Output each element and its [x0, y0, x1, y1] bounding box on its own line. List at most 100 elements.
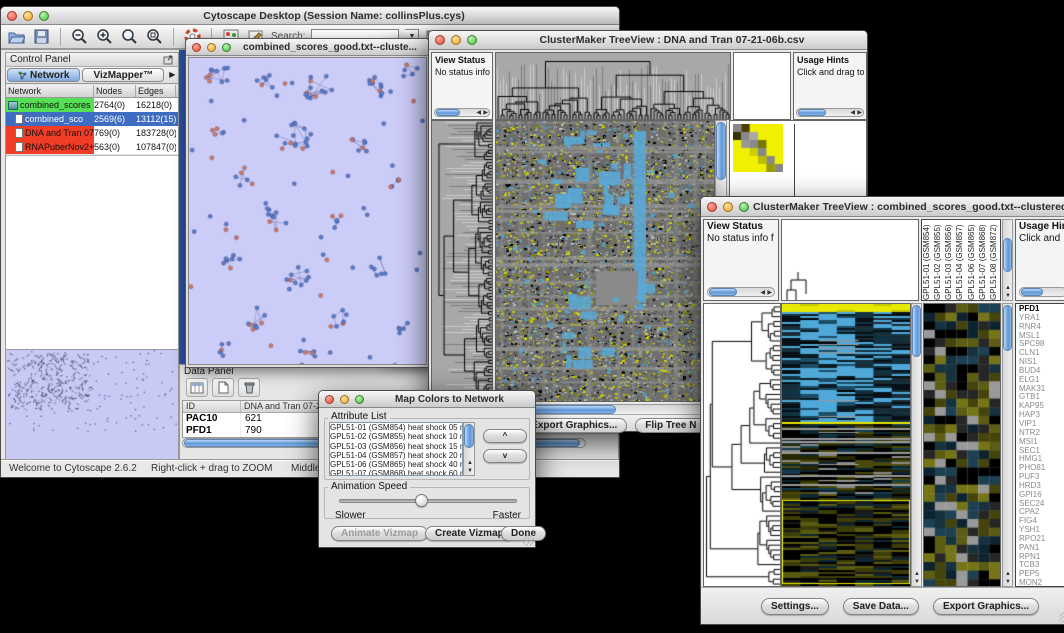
- zoomed-heatmap[interactable]: [923, 303, 1001, 587]
- tab-overflow-arrow[interactable]: ▶: [165, 67, 179, 83]
- main-title-bar[interactable]: Cytoscape Desktop (Session Name: collins…: [1, 7, 619, 25]
- treeview1-button[interactable]: Flip Tree N: [635, 418, 706, 433]
- minimize-button[interactable]: [451, 35, 461, 45]
- move-down-button[interactable]: v: [483, 449, 527, 463]
- gene-label[interactable]: VIP1: [1019, 420, 1064, 429]
- gene-label[interactable]: NTR2: [1019, 429, 1064, 438]
- dialog-title-bar[interactable]: Map Colors to Network: [319, 391, 535, 408]
- gene-label[interactable]: RPO21: [1019, 535, 1064, 544]
- close-button[interactable]: [7, 11, 17, 21]
- close-button[interactable]: [325, 395, 334, 404]
- zoom-fit-icon[interactable]: [145, 28, 164, 46]
- save-icon[interactable]: [32, 28, 51, 46]
- gene-label[interactable]: MSI1: [1019, 438, 1064, 447]
- resize-grip[interactable]: [523, 535, 534, 546]
- gene-label[interactable]: SPC98: [1019, 340, 1064, 349]
- float-panel-icon[interactable]: [163, 55, 174, 65]
- network-row[interactable]: RNAPuberNov2+ 563(0) 107847(0): [6, 140, 178, 154]
- zoom-selected-icon[interactable]: [120, 28, 139, 46]
- network-row[interactable]: combined_scores 2764(0) 16218(0): [6, 98, 178, 112]
- column-dendrogram[interactable]: [495, 52, 731, 120]
- zoomed-heatmap-scrollbar[interactable]: ▲▼: [1002, 303, 1013, 587]
- attribute-item[interactable]: GPL51-06 (GSM865) heat shock 40 min: [330, 460, 462, 469]
- treeview1-button[interactable]: Export Graphics...: [521, 418, 627, 433]
- gene-label[interactable]: HRD3: [1019, 482, 1064, 491]
- treeview2-button[interactable]: Save Data...: [843, 598, 919, 615]
- heatmap-vertical-scrollbar[interactable]: ▲▼: [911, 303, 922, 587]
- attribute-list-scrollbar[interactable]: ▲▼: [463, 422, 475, 476]
- birds-eye-view[interactable]: [6, 349, 178, 459]
- heatmap-view[interactable]: [495, 120, 715, 402]
- close-button[interactable]: [435, 35, 445, 45]
- treeview2-button[interactable]: Settings...: [761, 598, 829, 615]
- attribute-item[interactable]: GPL51-03 (GSM856) heat shock 15 min: [330, 442, 462, 451]
- attribute-item[interactable]: GPL51-07 (GSM868) heat shock 60 min: [330, 469, 462, 476]
- gene-label[interactable]: PHO81: [1019, 464, 1064, 473]
- tab-network[interactable]: Network: [7, 68, 80, 82]
- attribute-list[interactable]: GPL51-01 (GSM854) heat shock 05 minGPL51…: [329, 422, 463, 476]
- gene-label[interactable]: TCB3: [1019, 561, 1064, 570]
- attribute-item[interactable]: GPL51-01 (GSM854) heat shock 05 min: [330, 423, 462, 432]
- row-dendrogram[interactable]: [703, 303, 781, 587]
- network1-title-bar[interactable]: combined_scores_good.txt--cluste...: [186, 39, 429, 56]
- move-up-button[interactable]: ^: [483, 429, 527, 443]
- gene-label[interactable]: BUD4: [1019, 367, 1064, 376]
- close-button[interactable]: [707, 202, 717, 212]
- minimize-button[interactable]: [340, 395, 349, 404]
- gene-label[interactable]: HAP3: [1019, 411, 1064, 420]
- attribute-item[interactable]: GPL51-04 (GSM857) heat shock 20 min: [330, 451, 462, 460]
- view-status-scrollbar[interactable]: ◀▶: [707, 287, 775, 297]
- gene-label[interactable]: SEC24: [1019, 500, 1064, 509]
- delete-attribute-icon[interactable]: [238, 378, 260, 397]
- usage-hints-scrollbar[interactable]: ◀▶: [796, 108, 864, 117]
- gene-label[interactable]: CLN1: [1019, 349, 1064, 358]
- minimize-button[interactable]: [723, 202, 733, 212]
- column-labels-scrollbar[interactable]: ▲▼: [1002, 219, 1013, 301]
- treeview1-title-bar[interactable]: ClusterMaker TreeView : DNA and Tran 07-…: [429, 31, 867, 50]
- select-attributes-icon[interactable]: [186, 378, 208, 397]
- heatmap-view[interactable]: [781, 303, 911, 587]
- new-attribute-icon[interactable]: [212, 378, 234, 397]
- minimize-button[interactable]: [207, 43, 216, 52]
- zoom-button[interactable]: [355, 395, 364, 404]
- gene-label[interactable]: YSH1: [1019, 526, 1064, 535]
- gene-label[interactable]: PEP5: [1019, 570, 1064, 579]
- gene-label[interactable]: MSL1: [1019, 332, 1064, 341]
- gene-label[interactable]: MON2: [1019, 579, 1064, 587]
- gene-label[interactable]: FIG4: [1019, 517, 1064, 526]
- attribute-item[interactable]: GPL51-02 (GSM855) heat shock 10 min: [330, 432, 462, 441]
- animate-vizmap-button[interactable]: Animate Vizmap: [331, 526, 428, 541]
- gene-label[interactable]: RNR4: [1019, 323, 1064, 332]
- network1-view[interactable]: [188, 57, 427, 365]
- gene-label[interactable]: ELG1: [1019, 376, 1064, 385]
- speed-slider-thumb[interactable]: [415, 494, 428, 507]
- speed-slider-track[interactable]: [339, 499, 517, 503]
- network-row[interactable]: combined_sco 2569(6) 13112(15): [6, 112, 178, 126]
- zoom-in-icon[interactable]: [95, 28, 114, 46]
- open-file-icon[interactable]: [7, 28, 26, 46]
- tab-vizmapper[interactable]: VizMapper™: [82, 68, 164, 82]
- treeview2-button[interactable]: Export Graphics...: [933, 598, 1039, 615]
- gene-label[interactable]: RPN1: [1019, 553, 1064, 562]
- close-button[interactable]: [192, 43, 201, 52]
- gene-label[interactable]: PUF3: [1019, 473, 1064, 482]
- zoom-button[interactable]: [467, 35, 477, 45]
- gene-label[interactable]: HMG1: [1019, 455, 1064, 464]
- correlation-thumbnail[interactable]: [733, 124, 783, 172]
- gene-label[interactable]: GTB1: [1019, 393, 1064, 402]
- gene-label[interactable]: KAP95: [1019, 402, 1064, 411]
- network-row[interactable]: DNA and Tran 07 769(0) 183728(0): [6, 126, 178, 140]
- gene-label[interactable]: PFD1: [1019, 305, 1064, 314]
- view-status-scrollbar[interactable]: ◀▶: [434, 108, 490, 117]
- gene-label[interactable]: SEC1: [1019, 447, 1064, 456]
- gene-label[interactable]: NIS1: [1019, 358, 1064, 367]
- minimize-button[interactable]: [23, 11, 33, 21]
- gene-label[interactable]: MAK31: [1019, 385, 1064, 394]
- column-dendrogram[interactable]: [781, 219, 919, 301]
- gene-label[interactable]: GPI16: [1019, 491, 1064, 500]
- zoom-button[interactable]: [39, 11, 49, 21]
- zoom-button[interactable]: [739, 202, 749, 212]
- usage-hints-scrollbar[interactable]: [1019, 287, 1064, 297]
- gene-label[interactable]: PAN1: [1019, 544, 1064, 553]
- network-tree-area[interactable]: [6, 155, 178, 349]
